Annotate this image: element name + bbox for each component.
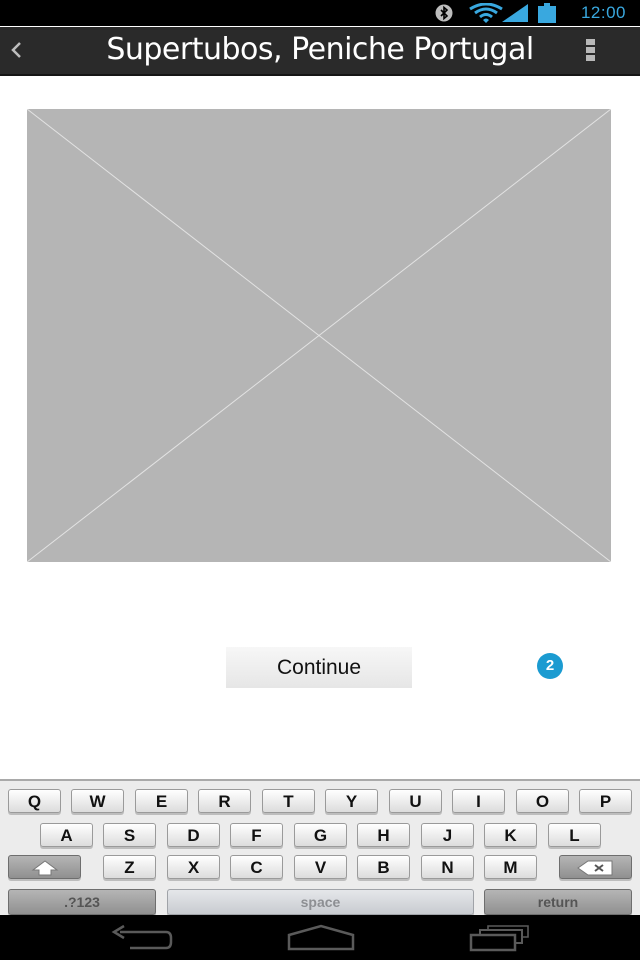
step-badge: 2	[537, 653, 563, 679]
key-e[interactable]: E	[135, 789, 188, 813]
navigation-bar	[0, 915, 640, 960]
key-b[interactable]: B	[357, 855, 410, 879]
space-key[interactable]: space	[167, 889, 474, 915]
recent-apps-icon[interactable]	[468, 923, 532, 953]
key-p[interactable]: P	[579, 789, 632, 813]
shift-icon	[31, 860, 58, 876]
key-s[interactable]: S	[103, 823, 156, 847]
backspace-icon	[576, 860, 612, 876]
key-t[interactable]: T	[262, 789, 315, 813]
key-z[interactable]: Z	[103, 855, 156, 879]
overflow-menu-icon[interactable]	[583, 39, 597, 65]
symbols-key[interactable]: .?123	[8, 889, 156, 915]
page-title: Supertubos, Peniche Portugal	[106, 32, 534, 67]
bluetooth-icon	[435, 4, 453, 22]
key-u[interactable]: U	[389, 789, 442, 813]
key-a[interactable]: A	[40, 823, 93, 847]
key-c[interactable]: C	[230, 855, 283, 879]
image-placeholder	[27, 109, 611, 562]
key-f[interactable]: F	[230, 823, 283, 847]
key-j[interactable]: J	[421, 823, 474, 847]
key-o[interactable]: O	[516, 789, 569, 813]
wifi-icon	[469, 3, 503, 23]
key-r[interactable]: R	[198, 789, 251, 813]
key-l[interactable]: L	[548, 823, 601, 847]
key-m[interactable]: M	[484, 855, 537, 879]
delete-key[interactable]	[559, 855, 632, 879]
key-g[interactable]: G	[294, 823, 347, 847]
keyboard: Q W E R T Y U I O P A S D F G H J K L Z …	[0, 779, 640, 917]
key-v[interactable]: V	[294, 855, 347, 879]
key-k[interactable]: K	[484, 823, 537, 847]
action-bar: Supertubos, Peniche Portugal	[0, 27, 640, 76]
continue-button[interactable]: Continue	[226, 647, 412, 688]
key-x[interactable]: X	[167, 855, 220, 879]
key-q[interactable]: Q	[8, 789, 61, 813]
key-i[interactable]: I	[452, 789, 505, 813]
back-icon[interactable]	[108, 923, 174, 953]
signal-icon	[502, 4, 528, 22]
status-bar: 12:00	[0, 0, 640, 26]
battery-icon	[538, 3, 556, 23]
key-d[interactable]: D	[167, 823, 220, 847]
key-n[interactable]: N	[421, 855, 474, 879]
key-h[interactable]: H	[357, 823, 410, 847]
clock-time: 12:00	[580, 3, 626, 22]
return-key[interactable]: return	[484, 889, 632, 915]
key-w[interactable]: W	[71, 789, 124, 813]
home-icon[interactable]	[285, 923, 357, 953]
shift-key[interactable]	[8, 855, 81, 879]
key-y[interactable]: Y	[325, 789, 378, 813]
